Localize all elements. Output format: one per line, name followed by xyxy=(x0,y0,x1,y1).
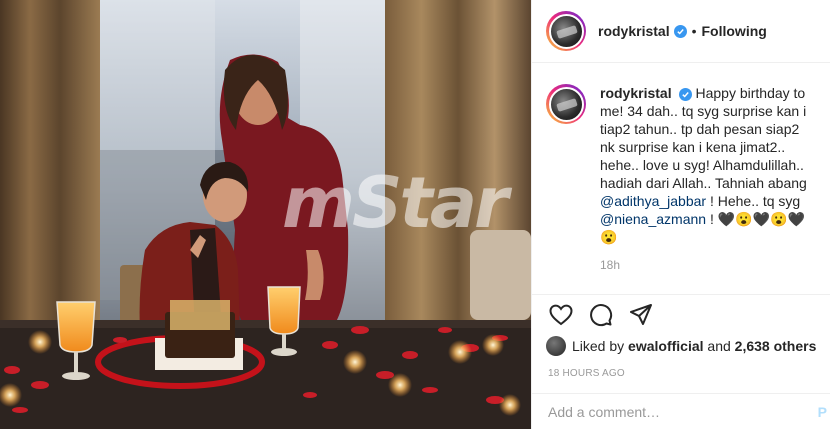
caption-text: rodykristal Happy birthday to me! 34 dah… xyxy=(600,84,817,246)
likes-count[interactable]: 2,638 others xyxy=(735,338,817,354)
verified-badge-icon xyxy=(673,24,687,38)
avatar-image xyxy=(548,86,584,122)
photo-watermark: mStar xyxy=(282,162,509,244)
caption-area: rodykristal Happy birthday to me! 34 dah… xyxy=(532,64,830,294)
liker-username[interactable]: ewalofficial xyxy=(628,338,703,354)
likes-prefix: Liked by xyxy=(572,338,625,354)
caption-timestamp[interactable]: 18h xyxy=(600,258,817,272)
avatar[interactable] xyxy=(546,11,586,51)
header-username[interactable]: rodykristal xyxy=(598,23,670,39)
separator-dot: • xyxy=(691,23,697,39)
add-comment-bar: P xyxy=(532,393,830,429)
likes-middle: and xyxy=(707,338,731,354)
verified-badge-icon xyxy=(679,88,693,101)
caption-body-2: ! Hehe.. tq syg xyxy=(706,193,801,209)
caption-comment: rodykristal Happy birthday to me! 34 dah… xyxy=(546,84,817,246)
following-button[interactable]: Following xyxy=(702,23,767,39)
likes-summary: Liked by ewalofficial and 2,638 others xyxy=(546,334,816,358)
heart-icon[interactable] xyxy=(548,302,574,328)
liker-avatar[interactable] xyxy=(546,336,566,356)
post-photo[interactable]: mStar xyxy=(0,0,531,429)
caption-avatar[interactable] xyxy=(546,84,586,124)
post-sidebar: rodykristal • Following rodykristal Happ… xyxy=(531,0,830,429)
comment-input[interactable] xyxy=(548,403,788,420)
comment-bubble-icon[interactable] xyxy=(588,302,614,328)
caption-username[interactable]: rodykristal xyxy=(600,85,672,101)
avatar-image xyxy=(548,13,584,49)
post-button[interactable]: P xyxy=(818,404,827,420)
paper-plane-icon[interactable] xyxy=(628,302,654,328)
action-bar xyxy=(532,294,830,334)
post-date[interactable]: 18 HOURS AGO xyxy=(548,368,625,379)
mention-link[interactable]: @adithya_jabbar xyxy=(600,193,706,209)
post-header: rodykristal • Following xyxy=(532,0,830,63)
mention-link[interactable]: @niena_azmann xyxy=(600,211,706,227)
